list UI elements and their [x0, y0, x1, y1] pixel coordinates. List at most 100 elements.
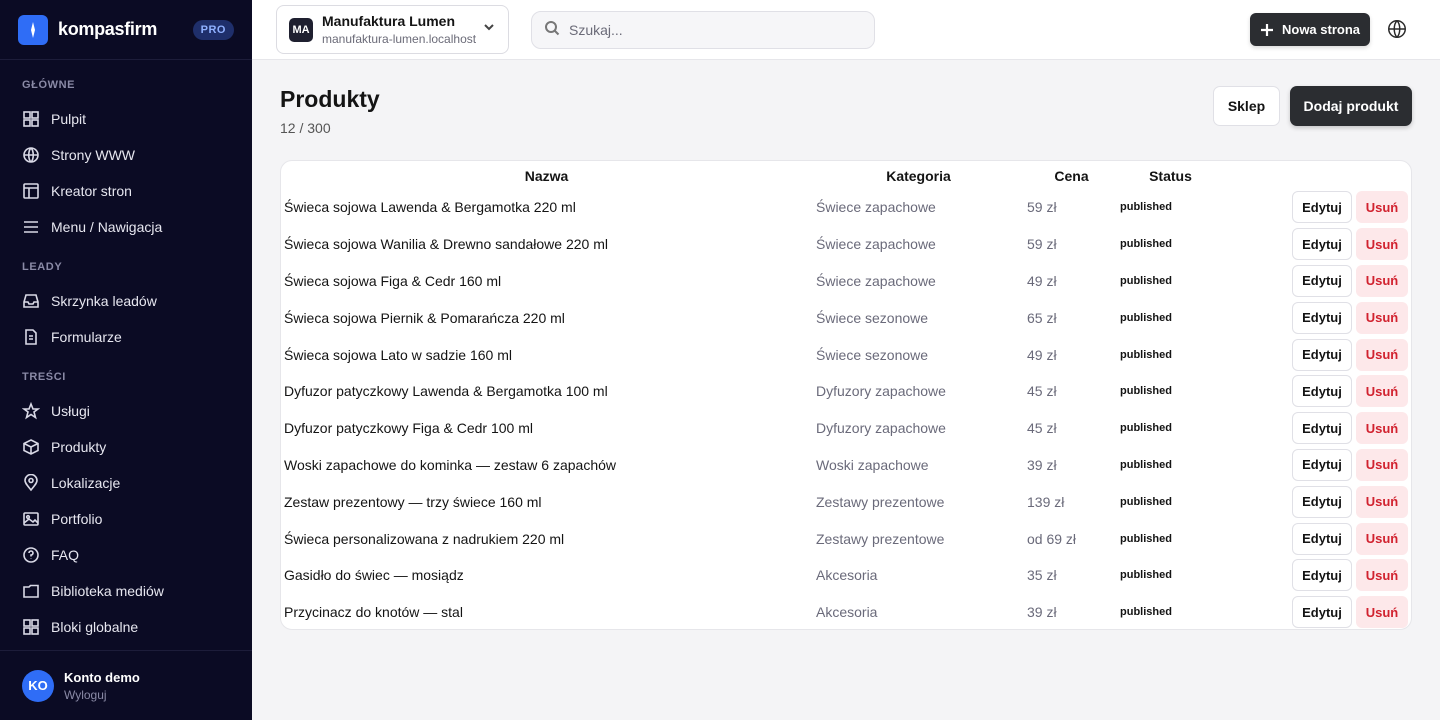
product-category: Świece zapachowe	[816, 236, 936, 253]
delete-button[interactable]: Usuń	[1356, 301, 1408, 334]
globe-icon	[22, 146, 40, 164]
sidebar-item-formularze[interactable]: Formularze	[0, 319, 252, 355]
product-category: Akcesoria	[816, 567, 878, 584]
delete-button[interactable]: Usuń	[1356, 191, 1408, 224]
delete-button[interactable]: Usuń	[1356, 264, 1408, 297]
shop-button[interactable]: Sklep	[1213, 86, 1280, 126]
delete-button[interactable]: Usuń	[1356, 596, 1408, 629]
sidebar-item-label: Skrzynka leadów	[51, 293, 157, 309]
product-category: Świece sezonowe	[816, 346, 929, 363]
delete-button[interactable]: Usuń	[1356, 559, 1408, 592]
delete-button[interactable]: Usuń	[1356, 228, 1408, 261]
row-actions: Edytuj Usuń	[1223, 594, 1411, 629]
product-category: Świece sezonowe	[816, 309, 929, 326]
table-row: Zestaw prezentowy — trzy świece 160 ml Z…	[281, 483, 1411, 520]
sidebar: kompasfirm PRO GŁÓWNE Pulpit Strony WWW …	[0, 0, 252, 720]
product-name: Woski zapachowe do kominka — zestaw 6 za…	[284, 456, 617, 473]
sidebar-item-uslugi[interactable]: Usługi	[0, 393, 252, 429]
box-icon	[22, 438, 40, 456]
sidebar-item-label: Pulpit	[51, 111, 87, 127]
delete-button[interactable]: Usuń	[1356, 338, 1408, 371]
row-actions: Edytuj Usuń	[1223, 299, 1411, 336]
edit-button[interactable]: Edytuj	[1292, 596, 1352, 629]
product-count: 12 / 300	[280, 120, 331, 136]
map-pin-icon	[22, 474, 40, 492]
sidebar-item-biblioteka-mediow[interactable]: Biblioteka mediów	[0, 573, 252, 609]
logout-link[interactable]: Wyloguj	[64, 688, 140, 702]
sidebar-item-skrzynka-leadow[interactable]: Skrzynka leadów	[0, 283, 252, 319]
new-page-label: Nowa strona	[1281, 22, 1360, 37]
table-body: Świeca sojowa Lawenda & Bergamotka 220 m…	[281, 189, 1411, 629]
product-price: 49 zł	[1027, 346, 1057, 363]
nav-section-label: TREŚCI	[22, 371, 66, 383]
product-price: od 69 zł	[1027, 530, 1077, 547]
edit-button[interactable]: Edytuj	[1292, 375, 1352, 408]
delete-button[interactable]: Usuń	[1356, 375, 1408, 408]
sidebar-item-label: FAQ	[51, 547, 80, 563]
products-table: Nazwa Kategoria Cena Status Świeca sojow…	[281, 161, 1411, 629]
sidebar-item-lokalizacje[interactable]: Lokalizacje	[0, 465, 252, 501]
column-header-actions	[1223, 161, 1411, 189]
sidebar-item-faq[interactable]: FAQ	[0, 537, 252, 573]
delete-button[interactable]: Usuń	[1356, 412, 1408, 445]
search-box	[531, 11, 875, 49]
site-name: Manufaktura Lumen	[322, 13, 456, 29]
edit-button[interactable]: Edytuj	[1292, 338, 1352, 371]
product-price: 59 zł	[1027, 236, 1057, 253]
search-icon	[544, 20, 560, 41]
add-product-button[interactable]: Dodaj produkt	[1290, 86, 1412, 126]
site-domain: manufaktura-lumen.localhost	[322, 32, 477, 46]
edit-button[interactable]: Edytuj	[1292, 485, 1352, 518]
edit-button[interactable]: Edytuj	[1292, 191, 1352, 224]
sidebar-item-portfolio[interactable]: Portfolio	[0, 501, 252, 537]
products-table-card: Nazwa Kategoria Cena Status Świeca sojow…	[280, 160, 1412, 630]
row-actions: Edytuj Usuń	[1223, 520, 1411, 557]
plan-badge: PRO	[192, 19, 234, 40]
sidebar-item-kreator-stron[interactable]: Kreator stron	[0, 173, 252, 209]
edit-button[interactable]: Edytuj	[1292, 412, 1352, 445]
edit-button[interactable]: Edytuj	[1292, 522, 1352, 555]
row-actions: Edytuj Usuń	[1223, 189, 1411, 226]
column-header-status: Status	[1149, 168, 1192, 184]
table-row: Świeca sojowa Figa & Cedr 160 ml Świece …	[281, 263, 1411, 300]
product-category: Dyfuzory zapachowe	[816, 383, 946, 400]
column-header-price: Cena	[1054, 168, 1089, 184]
avatar[interactable]: KO	[22, 669, 54, 702]
status-badge: published	[1120, 201, 1172, 214]
delete-button[interactable]: Usuń	[1356, 485, 1408, 518]
table-header-row: Nazwa Kategoria Cena Status	[281, 161, 1411, 189]
sidebar-item-label: Menu / Nawigacja	[51, 219, 163, 235]
product-category: Akcesoria	[816, 604, 878, 621]
row-actions: Edytuj Usuń	[1223, 447, 1411, 484]
product-price: 39 zł	[1027, 604, 1057, 621]
sidebar-item-label: Biblioteka mediów	[51, 583, 164, 599]
menu-icon	[22, 218, 40, 236]
language-globe-icon[interactable]	[1386, 18, 1410, 42]
sidebar-item-menu-nawigacja[interactable]: Menu / Nawigacja	[0, 209, 252, 245]
new-page-button[interactable]: Nowa strona	[1250, 13, 1370, 46]
sidebar-item-label: Produkty	[51, 439, 107, 455]
sidebar-item-label: Formularze	[51, 329, 122, 345]
brand-name: kompasfirm	[58, 19, 158, 39]
account-name: Konto demo	[64, 669, 140, 685]
edit-button[interactable]: Edytuj	[1292, 264, 1352, 297]
sidebar-item-pulpit[interactable]: Pulpit	[0, 101, 252, 137]
sidebar-item-strony-www[interactable]: Strony WWW	[0, 137, 252, 173]
edit-button[interactable]: Edytuj	[1292, 559, 1352, 592]
sidebar-item-bloki-globalne[interactable]: Bloki globalne	[0, 609, 252, 645]
table-row: Przycinacz do knotów — stal Akcesoria 39…	[281, 594, 1411, 629]
sidebar-item-produkty[interactable]: Produkty	[0, 429, 252, 465]
sidebar-item-label: Usługi	[51, 403, 90, 419]
product-name: Zestaw prezentowy — trzy świece 160 ml	[284, 493, 542, 510]
status-badge: published	[1120, 532, 1172, 545]
search-input[interactable]	[569, 22, 862, 38]
row-actions: Edytuj Usuń	[1223, 373, 1411, 410]
product-category: Świece zapachowe	[816, 272, 936, 289]
edit-button[interactable]: Edytuj	[1292, 448, 1352, 481]
edit-button[interactable]: Edytuj	[1292, 301, 1352, 334]
status-badge: published	[1120, 385, 1172, 398]
site-switcher[interactable]: MA Manufaktura Lumen manufaktura-lumen.l…	[276, 5, 509, 54]
edit-button[interactable]: Edytuj	[1292, 228, 1352, 261]
delete-button[interactable]: Usuń	[1356, 448, 1408, 481]
delete-button[interactable]: Usuń	[1356, 522, 1408, 555]
